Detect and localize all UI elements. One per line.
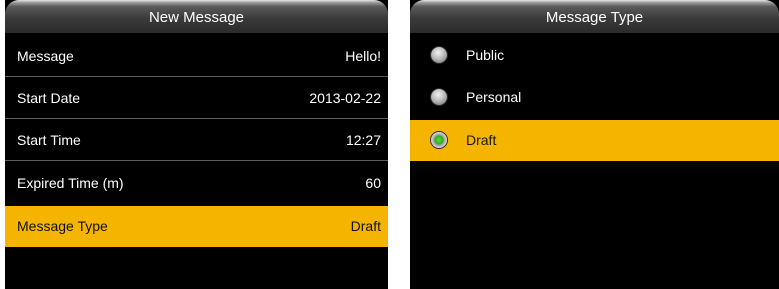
menu-item-value: 2013-02-22 xyxy=(309,90,381,106)
screen-title: Message Type xyxy=(410,0,779,33)
option-personal[interactable]: Personal xyxy=(410,77,779,118)
menu-item-start-date[interactable]: Start Date 2013-02-22 xyxy=(5,78,388,119)
option-draft[interactable]: Draft xyxy=(410,120,779,161)
menu-item-start-time[interactable]: Start Time 12:27 xyxy=(5,120,388,161)
menu-item-label: Start Time xyxy=(17,132,81,148)
option-public[interactable]: Public xyxy=(410,35,779,76)
menu-item-value: 60 xyxy=(365,175,381,191)
screen-title: New Message xyxy=(5,0,388,33)
new-message-screen: New Message Message Hello! Start Date 20… xyxy=(5,0,388,289)
option-label: Personal xyxy=(466,89,522,105)
menu-item-message-type[interactable]: Message Type Draft xyxy=(5,206,388,247)
menu-item-value: Draft xyxy=(350,218,381,234)
menu-item-label: Message xyxy=(17,48,74,64)
menu-item-label: Start Date xyxy=(17,90,81,106)
option-label: Public xyxy=(466,47,505,63)
menu-item-message[interactable]: Message Hello! xyxy=(5,36,388,77)
radio-checked-icon[interactable] xyxy=(431,132,447,148)
message-type-screen: Message Type Public Personal Draft xyxy=(410,0,779,289)
radio-unchecked-icon[interactable] xyxy=(431,47,447,63)
menu-item-value: 12:27 xyxy=(345,132,381,148)
radio-unchecked-icon[interactable] xyxy=(431,89,447,105)
menu-item-label: Expired Time (m) xyxy=(17,175,124,191)
menu-item-label: Message Type xyxy=(17,218,108,234)
option-label: Draft xyxy=(466,132,497,148)
menu-item-value: Hello! xyxy=(345,48,381,64)
menu-item-expired-time[interactable]: Expired Time (m) 60 xyxy=(5,163,388,204)
